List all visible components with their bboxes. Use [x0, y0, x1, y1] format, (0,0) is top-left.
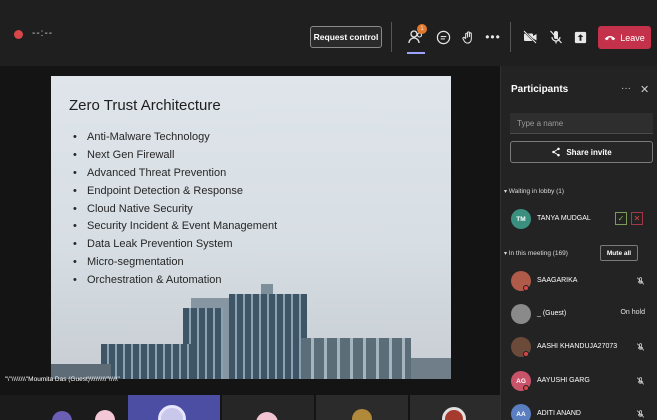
slide-bullet: Cloud Native Security: [73, 201, 277, 219]
participant-row[interactable]: _ (Guest) On hold: [501, 302, 657, 328]
participant-name: AASHI KHANDUJA27073: [537, 343, 618, 350]
recording-indicator-icon: [14, 30, 23, 39]
participant-name: ADITI ANAND: [537, 410, 581, 417]
avatar: [256, 412, 278, 420]
avatar: [52, 411, 72, 420]
avatar: [158, 405, 186, 420]
close-icon[interactable]: ✕: [640, 83, 649, 96]
slide-bullet: Security Incident & Event Management: [73, 218, 277, 236]
mic-muted-icon: [636, 409, 645, 420]
participants-panel: Participants ··· ✕ Share invite Waiting …: [500, 66, 657, 420]
participant-row[interactable]: SAAGARIKA: [501, 269, 657, 295]
mic-toggle-button[interactable]: [545, 26, 567, 48]
meeting-toolbar: --:-- Request control 1 ••• Leave: [0, 0, 657, 66]
share-invite-button[interactable]: Share invite: [510, 141, 653, 163]
participant-row[interactable]: AG AAYUSHI GARG: [501, 369, 657, 395]
camera-toggle-button[interactable]: [519, 26, 541, 48]
building-photo: [301, 338, 411, 379]
leave-label: Leave: [620, 32, 645, 43]
participant-row[interactable]: AASHI KHANDUJA27073: [501, 335, 657, 361]
avatar: AA: [511, 404, 531, 420]
participant-name: TANYA MUDGAL: [537, 215, 591, 222]
shared-slide: Zero Trust Architecture Anti-Malware Tec…: [51, 76, 451, 379]
slide-bullet: Data Leak Prevention System: [73, 236, 277, 254]
avatar: [511, 304, 531, 324]
video-tile[interactable]: [316, 395, 408, 420]
panel-title: Participants: [511, 84, 569, 95]
presenter-name-label: "\"\\\\\\\\"Moumita Das (Guest)\\\\\\\\\…: [5, 376, 120, 383]
video-tile[interactable]: [222, 395, 314, 420]
participants-button[interactable]: 1: [405, 24, 427, 54]
avatar: [352, 409, 372, 420]
toolbar-divider: [391, 22, 392, 52]
share-screen-icon: [574, 31, 586, 43]
participant-name: SAAGARIKA: [537, 277, 578, 284]
share-invite-label: Share invite: [566, 147, 612, 157]
participant-row[interactable]: AA ADITI ANAND: [501, 402, 657, 420]
participant-status: On hold: [620, 309, 645, 316]
video-tile[interactable]: [0, 395, 128, 420]
mic-off-icon: [550, 30, 562, 44]
slide-bullet-list: Anti-Malware Technology Next Gen Firewal…: [73, 129, 277, 290]
participant-name: AAYUSHI GARG: [537, 377, 590, 384]
share-icon: [552, 147, 561, 157]
building-photo: [101, 344, 191, 379]
call-timer: --:--: [32, 28, 54, 39]
toolbar-divider: [510, 22, 511, 52]
more-actions-button[interactable]: •••: [482, 26, 504, 48]
share-content-button[interactable]: [569, 26, 591, 48]
status-dot: [523, 385, 529, 391]
avatar: [95, 410, 115, 420]
meeting-section-header[interactable]: In this meeting (169): [504, 250, 568, 257]
lobby-section-header[interactable]: Waiting in lobby (1): [504, 188, 564, 195]
shared-content-stage: Zero Trust Architecture Anti-Malware Tec…: [0, 66, 500, 420]
hang-up-icon: [604, 35, 616, 40]
slide-bullet: Orchestration & Automation: [73, 272, 277, 290]
leave-button[interactable]: Leave: [598, 26, 651, 49]
request-control-button[interactable]: Request control: [310, 26, 382, 48]
mic-muted-icon: [636, 376, 645, 388]
building-photo: [411, 358, 451, 379]
panel-more-icon[interactable]: ···: [621, 83, 631, 94]
participant-name: _ (Guest): [537, 310, 567, 317]
slide-bullet: Endpoint Detection & Response: [73, 183, 277, 201]
mic-muted-icon: [636, 342, 645, 354]
admit-icon[interactable]: ✓: [615, 212, 627, 225]
lobby-participant-row[interactable]: TM TANYA MUDGAL ✓ ✕: [501, 207, 657, 233]
meeting-window: --:-- Request control 1 ••• Leave Zero T…: [0, 0, 657, 420]
status-dot: [523, 351, 529, 357]
video-tile[interactable]: [410, 395, 500, 420]
slide-bullet: Micro-segmentation: [73, 254, 277, 272]
building-photo: [229, 294, 307, 379]
camera-off-icon: [523, 30, 537, 44]
slide-title: Zero Trust Architecture: [69, 97, 221, 114]
mic-muted-icon: [636, 276, 645, 288]
slide-bullet: Anti-Malware Technology: [73, 129, 277, 147]
participant-search-input[interactable]: [510, 113, 653, 134]
more-icon: •••: [485, 30, 501, 44]
raise-hand-button[interactable]: [457, 26, 479, 48]
video-tile[interactable]: [128, 395, 220, 420]
participants-badge: 1: [417, 24, 427, 34]
slide-bullet: Advanced Threat Prevention: [73, 165, 277, 183]
status-dot: [523, 285, 529, 291]
mute-all-button[interactable]: Mute all: [600, 245, 638, 261]
chat-icon: [436, 30, 450, 44]
deny-icon[interactable]: ✕: [631, 212, 643, 225]
slide-bullet: Next Gen Firewall: [73, 147, 277, 165]
raise-hand-icon: [461, 30, 472, 44]
avatar: [442, 407, 466, 420]
avatar: TM: [511, 209, 531, 229]
chat-button[interactable]: [432, 26, 454, 48]
video-thumbnail-strip: [0, 395, 500, 420]
